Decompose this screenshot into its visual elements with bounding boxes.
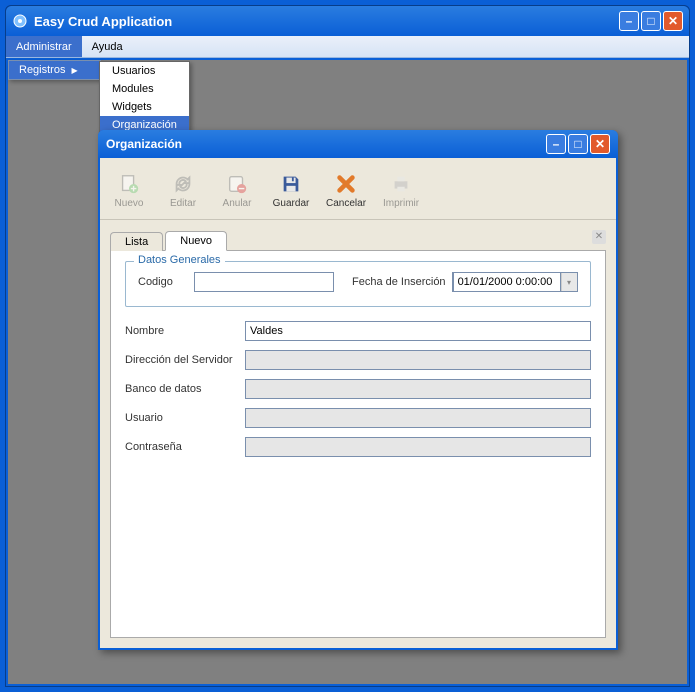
submenu-item-usuarios[interactable]: Usuarios <box>100 62 189 80</box>
mdi-area: Registros ▶ Usuarios Modules Widgets Org… <box>6 58 689 686</box>
main-titlebar: Easy Crud Application – □ ✕ <box>6 6 689 36</box>
child-body: Nuevo Editar Anular Guardar <box>98 158 618 650</box>
submenu-item-widgets[interactable]: Widgets <box>100 98 189 116</box>
tab-nuevo[interactable]: Nuevo <box>165 231 227 251</box>
toolbar-guardar-button[interactable]: Guardar <box>272 172 310 209</box>
new-document-icon <box>117 172 141 196</box>
cancel-icon <box>334 172 358 196</box>
menubar: Administrar Ayuda <box>6 36 689 58</box>
contrasena-input[interactable] <box>245 437 591 457</box>
refresh-icon <box>171 172 195 196</box>
banco-label: Banco de datos <box>125 383 245 395</box>
toolbar: Nuevo Editar Anular Guardar <box>100 158 616 220</box>
nombre-label: Nombre <box>125 325 245 337</box>
field-grid: Nombre Dirección del Servidor Banco de d… <box>125 321 591 457</box>
menu-ayuda[interactable]: Ayuda <box>82 36 133 57</box>
main-window-controls: – □ ✕ <box>619 11 683 31</box>
toolbar-anular-button[interactable]: Anular <box>218 172 256 209</box>
tab-close-button[interactable]: ✕ <box>592 230 606 244</box>
toolbar-editar-button[interactable]: Editar <box>164 172 202 209</box>
tab-area: Lista Nuevo ✕ Datos Generales Codigo Fec… <box>100 220 616 648</box>
toolbar-nuevo-button[interactable]: Nuevo <box>110 172 148 209</box>
usuario-label: Usuario <box>125 412 245 424</box>
fieldset-legend: Datos Generales <box>134 254 225 266</box>
app-icon <box>12 13 28 29</box>
dropdown-item-registros[interactable]: Registros ▶ <box>9 61 100 79</box>
main-window: Easy Crud Application – □ ✕ Administrar … <box>5 5 690 687</box>
submenu-registros: Usuarios Modules Widgets Organización <box>99 61 190 135</box>
banco-input[interactable] <box>245 379 591 399</box>
fecha-label: Fecha de Inserción <box>352 276 446 288</box>
codigo-label: Codigo <box>138 276 188 288</box>
tab-page-nuevo: Datos Generales Codigo Fecha de Inserció… <box>110 250 606 638</box>
fecha-input[interactable] <box>453 272 561 292</box>
minimize-button[interactable]: – <box>619 11 639 31</box>
usuario-input[interactable] <box>245 408 591 428</box>
direccion-label: Dirección del Servidor <box>125 354 245 366</box>
child-titlebar: Organización – □ ✕ <box>98 130 618 158</box>
child-window-controls: – □ ✕ <box>546 134 610 154</box>
child-minimize-button[interactable]: – <box>546 134 566 154</box>
submenu-item-modules[interactable]: Modules <box>100 80 189 98</box>
child-window-organizacion: Organización – □ ✕ Nuevo <box>98 130 618 650</box>
contrasena-label: Contraseña <box>125 441 245 453</box>
child-title: Organización <box>106 137 546 151</box>
chevron-right-icon: ▶ <box>71 66 77 75</box>
toolbar-imprimir-button[interactable]: Imprimir <box>382 172 420 209</box>
dropdown-administrar: Registros ▶ Usuarios Modules Widgets Org… <box>8 60 101 80</box>
direccion-input[interactable] <box>245 350 591 370</box>
nombre-input[interactable] <box>245 321 591 341</box>
close-button[interactable]: ✕ <box>663 11 683 31</box>
chevron-down-icon[interactable]: ▾ <box>561 273 577 291</box>
void-icon <box>225 172 249 196</box>
tab-lista[interactable]: Lista <box>110 232 163 251</box>
toolbar-cancelar-button[interactable]: Cancelar <box>326 172 366 209</box>
tab-strip: Lista Nuevo ✕ <box>110 228 606 250</box>
menu-administrar[interactable]: Administrar <box>6 36 82 57</box>
child-close-button[interactable]: ✕ <box>590 134 610 154</box>
child-maximize-button[interactable]: □ <box>568 134 588 154</box>
codigo-input[interactable] <box>194 272 334 292</box>
save-icon <box>279 172 303 196</box>
print-icon <box>389 172 413 196</box>
fieldset-datos-generales: Datos Generales Codigo Fecha de Inserció… <box>125 261 591 307</box>
fecha-datetime-picker[interactable]: ▾ <box>452 272 578 292</box>
app-title: Easy Crud Application <box>34 14 619 29</box>
maximize-button[interactable]: □ <box>641 11 661 31</box>
